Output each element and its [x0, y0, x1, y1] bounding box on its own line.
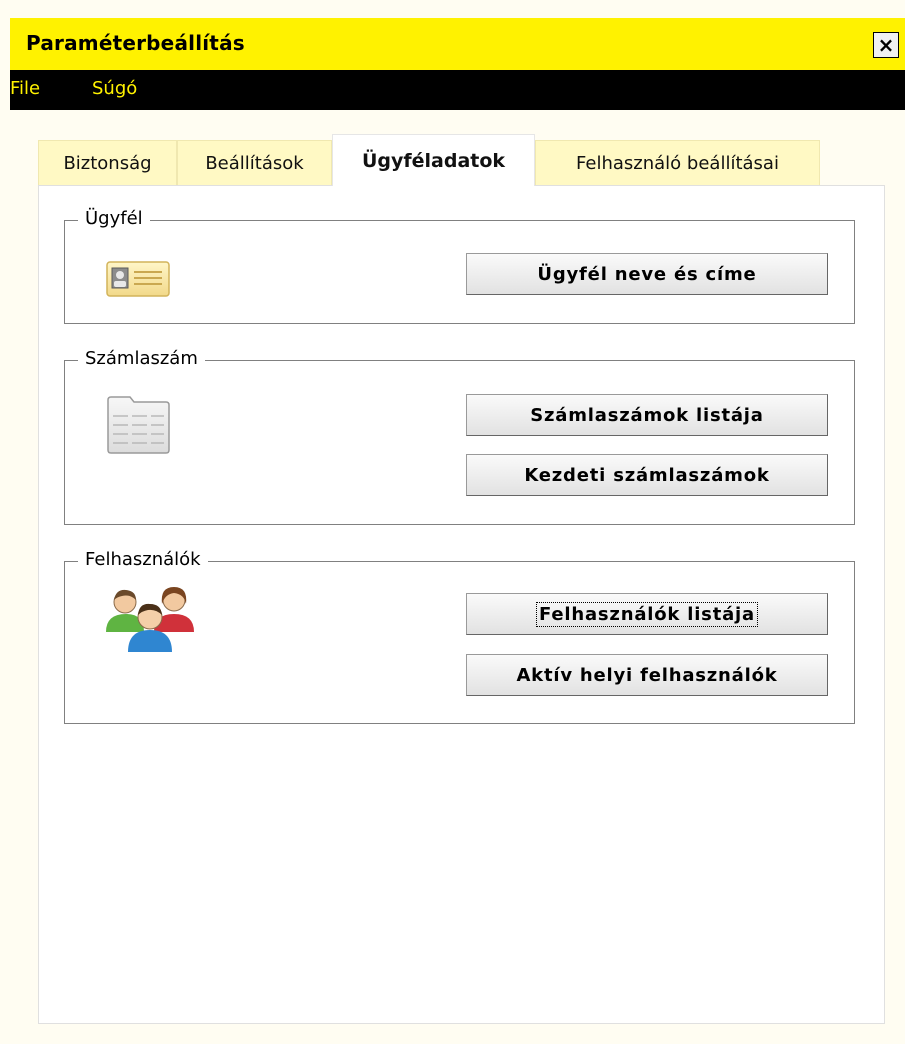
- menu-item-help[interactable]: Súgó: [92, 78, 137, 99]
- initial-invoice-numbers-button[interactable]: Kezdeti számlaszámok: [466, 454, 828, 496]
- title-bar: Paraméterbeállítás ×: [10, 18, 905, 70]
- invoice-group-legend: Számlaszám: [78, 348, 205, 369]
- users-list-button[interactable]: Felhasználók listája: [466, 593, 828, 635]
- tab-client-data[interactable]: Ügyféladatok: [332, 134, 535, 186]
- users-group-icon: [106, 587, 194, 652]
- tab-security[interactable]: Biztonság: [38, 140, 177, 185]
- close-button[interactable]: ×: [873, 32, 899, 58]
- users-list-button-label: Felhasználók listája: [536, 601, 758, 627]
- id-card-icon: [106, 261, 170, 297]
- menu-item-file[interactable]: File: [10, 78, 40, 99]
- invoice-group: [64, 360, 855, 525]
- client-group-legend: Ügyfél: [78, 208, 150, 229]
- client-name-address-button[interactable]: Ügyfél neve és címe: [466, 253, 828, 295]
- tab-user-settings[interactable]: Felhasználó beállításai: [535, 140, 820, 185]
- window-title: Paraméterbeállítás: [26, 31, 245, 55]
- close-icon: ×: [877, 33, 895, 57]
- tab-settings[interactable]: Beállítások: [177, 140, 332, 185]
- invoice-list-button[interactable]: Számlaszámok listája: [466, 394, 828, 436]
- users-group-legend: Felhasználók: [78, 549, 208, 570]
- invoice-list-icon: [107, 396, 170, 454]
- active-local-users-button[interactable]: Aktív helyi felhasználók: [466, 654, 828, 696]
- menu-bar: File Súgó: [10, 70, 905, 110]
